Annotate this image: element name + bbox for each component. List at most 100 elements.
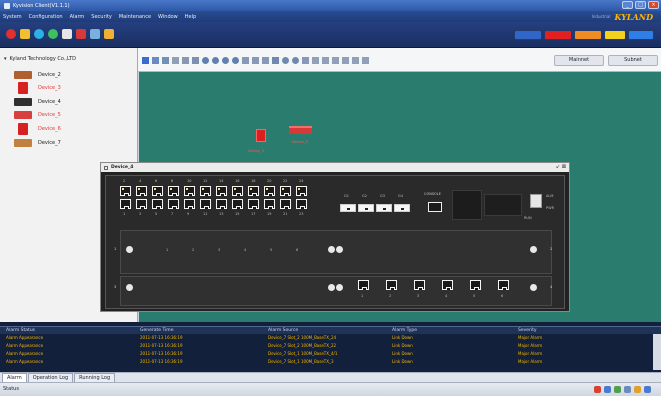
ethernet-port[interactable] <box>280 199 291 209</box>
rect-icon[interactable] <box>242 57 249 64</box>
ethernet-port[interactable] <box>152 199 163 209</box>
ethernet-port[interactable] <box>184 186 195 196</box>
menu-system[interactable]: System <box>3 14 22 20</box>
zoom-fit-icon[interactable] <box>222 57 229 64</box>
status-blue-button[interactable] <box>514 30 542 40</box>
forward-icon[interactable] <box>352 57 359 64</box>
table-row[interactable]: Alarm Appearance 2011-07-13 16:36:19 Devic… <box>0 351 650 358</box>
alarm-scrollbar[interactable] <box>653 334 661 370</box>
tree-device-7[interactable]: Device_7 <box>14 138 61 148</box>
close-button[interactable]: × <box>648 1 659 9</box>
ethernet-port[interactable] <box>232 186 243 196</box>
ethernet-port[interactable] <box>216 199 227 209</box>
console-port[interactable] <box>428 202 442 212</box>
tree-device-5[interactable]: Device_5 <box>14 110 61 120</box>
export-icon[interactable] <box>362 57 369 64</box>
text-icon[interactable] <box>182 57 189 64</box>
topology-icon[interactable] <box>34 29 44 39</box>
ethernet-port[interactable] <box>264 199 275 209</box>
align-center-icon[interactable] <box>322 57 329 64</box>
ethernet-port[interactable] <box>168 186 179 196</box>
alarm-critical-button[interactable] <box>544 30 572 40</box>
tree-device-3[interactable]: Device_3 <box>14 82 61 94</box>
distribute-icon[interactable] <box>342 57 349 64</box>
ethernet-port[interactable] <box>200 199 211 209</box>
ethernet-port[interactable] <box>216 186 227 196</box>
col-severity[interactable]: Severity <box>518 328 537 333</box>
ethernet-port[interactable] <box>136 186 147 196</box>
save-icon[interactable] <box>272 57 279 64</box>
ethernet-port[interactable] <box>296 186 307 196</box>
col-generate-time[interactable]: Generate Time <box>140 328 173 333</box>
device-window-titlebar[interactable]: Device_4 ↙ ⊠ <box>101 163 569 172</box>
align-right-icon[interactable] <box>332 57 339 64</box>
ethernet-port[interactable] <box>168 199 179 209</box>
zoom-in-icon[interactable] <box>202 57 209 64</box>
report-icon[interactable] <box>90 29 100 39</box>
ethernet-port[interactable] <box>120 186 131 196</box>
ethernet-port[interactable] <box>248 199 259 209</box>
ethernet-port[interactable] <box>280 186 291 196</box>
tab-alarm[interactable]: Alarm <box>2 373 27 382</box>
power-switch[interactable] <box>530 194 542 208</box>
table-row[interactable]: Alarm Appearance 2011-07-13 16:36:19 Devic… <box>0 359 650 366</box>
tab-operation-log[interactable]: Operation Log <box>27 373 74 382</box>
module-ethernet-port[interactable] <box>442 280 453 290</box>
module-ethernet-port[interactable] <box>414 280 425 290</box>
canvas-device-5[interactable] <box>289 126 312 134</box>
ethernet-port[interactable] <box>184 199 195 209</box>
col-alarm-source[interactable]: Alarm Source <box>268 328 298 333</box>
alarm-minor-button[interactable] <box>604 30 626 40</box>
tab-running-log[interactable]: Running Log <box>74 373 116 382</box>
minimize-button[interactable]: _ <box>622 1 633 9</box>
ethernet-port[interactable] <box>136 199 147 209</box>
ethernet-port[interactable] <box>296 199 307 209</box>
table-row[interactable]: Alarm Appearance 2011-07-13 16:36:19 Devic… <box>0 335 650 342</box>
cut-icon[interactable] <box>172 57 179 64</box>
settings-icon[interactable] <box>292 57 299 64</box>
device-window-controls[interactable]: ↙ ⊠ <box>556 164 566 170</box>
link-icon[interactable] <box>162 57 169 64</box>
menu-window[interactable]: Window <box>158 14 178 20</box>
tree-device-6[interactable]: Device_6 <box>14 123 61 135</box>
subnet-tab[interactable]: Subnet <box>608 55 658 66</box>
menu-alarm[interactable]: Alarm <box>70 14 85 20</box>
discover-icon[interactable] <box>48 29 58 39</box>
image-icon[interactable] <box>192 57 199 64</box>
ethernet-port[interactable] <box>248 186 259 196</box>
exit-icon[interactable] <box>6 29 16 39</box>
pan-icon[interactable] <box>152 57 159 64</box>
sfp-port[interactable] <box>376 204 392 212</box>
device-icon[interactable] <box>76 29 86 39</box>
refresh-icon[interactable] <box>282 57 289 64</box>
menu-maintenance[interactable]: Maintenance <box>119 14 151 20</box>
layout-icon[interactable] <box>302 57 309 64</box>
lock-icon[interactable] <box>20 29 30 39</box>
ethernet-port[interactable] <box>200 186 211 196</box>
menu-configuration[interactable]: Configuration <box>29 14 63 20</box>
tree-device-2[interactable]: Device_2 <box>14 70 61 80</box>
sfp-port[interactable] <box>358 204 374 212</box>
zoom-out-icon[interactable] <box>212 57 219 64</box>
col-alarm-status[interactable]: Alarm Status <box>6 328 35 333</box>
tree-device-4[interactable]: Device_4 <box>14 97 61 107</box>
ethernet-port[interactable] <box>120 199 131 209</box>
module-ethernet-port[interactable] <box>358 280 369 290</box>
table-row[interactable]: Alarm Appearance 2011-07-13 16:36:19 Devic… <box>0 343 650 350</box>
module-ethernet-port[interactable] <box>498 280 509 290</box>
mainnet-tab[interactable]: Mainnet <box>554 55 604 66</box>
menu-help[interactable]: Help <box>185 14 196 20</box>
module-ethernet-port[interactable] <box>386 280 397 290</box>
ethernet-port[interactable] <box>264 186 275 196</box>
tree-expand-icon[interactable]: ▾ <box>4 56 7 62</box>
align-left-icon[interactable] <box>312 57 319 64</box>
sfp-port[interactable] <box>340 204 356 212</box>
user-icon[interactable] <box>104 29 114 39</box>
ethernet-port[interactable] <box>152 186 163 196</box>
grid-icon[interactable] <box>262 57 269 64</box>
select-icon[interactable] <box>142 57 149 64</box>
tree-root[interactable]: ▾ Kyland Technology Co.,LTD <box>4 56 76 62</box>
ethernet-port[interactable] <box>232 199 243 209</box>
sfp-port[interactable] <box>394 204 410 212</box>
module-ethernet-port[interactable] <box>470 280 481 290</box>
